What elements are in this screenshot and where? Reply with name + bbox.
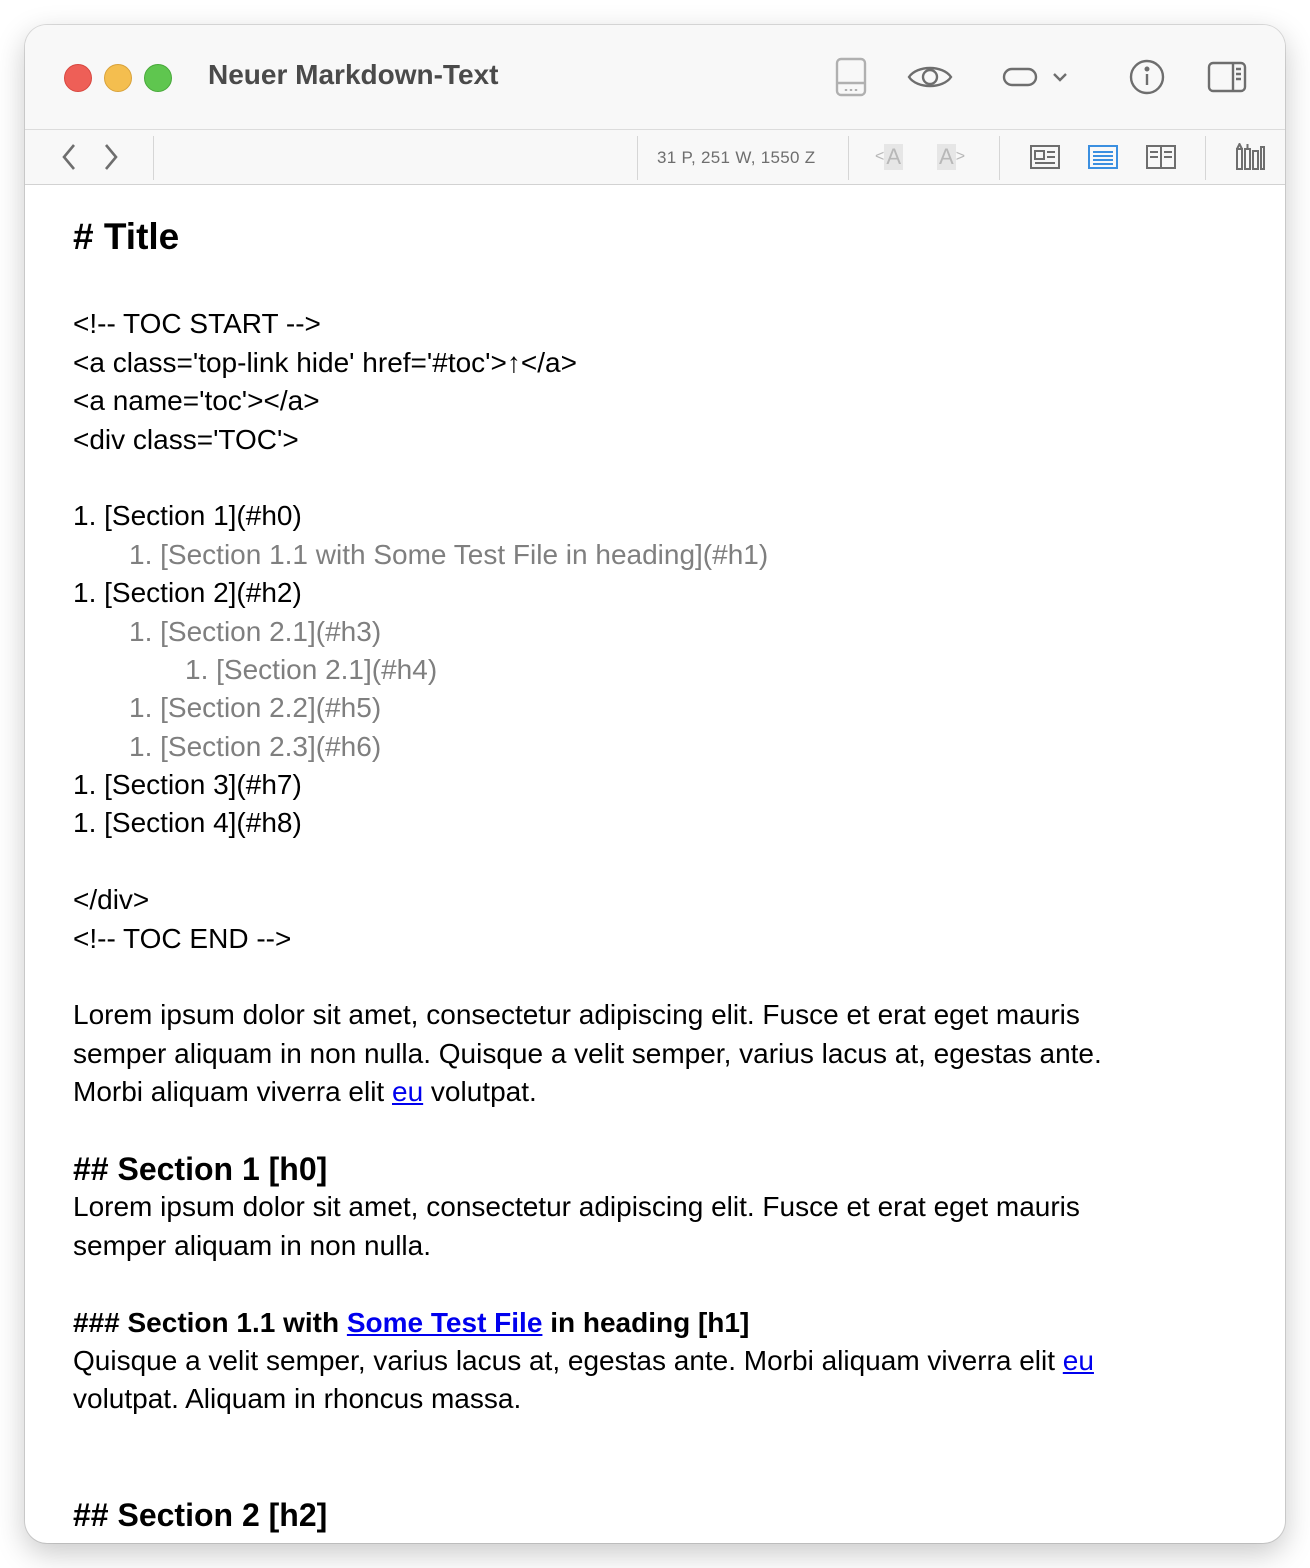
view-mode-text-button[interactable] [1085,142,1121,172]
eu-link[interactable]: eu [392,1076,423,1107]
view-mode-preview-button[interactable] [1027,142,1063,172]
font-larger-button[interactable]: A > [937,142,965,172]
document-preview-icon [1030,145,1060,169]
toc-item: 1. [Section 2.1](#h3) [129,615,382,647]
forward-button[interactable] [94,140,128,174]
pencil-tools-icon [1236,143,1265,170]
toc-item: 1. [Section 4](#h8) [73,807,302,839]
section-1-paragraph-line: Lorem ipsum dolor sit amet, consectetur … [73,1191,1080,1223]
title-bar: Neuer Markdown-Text [25,25,1285,130]
toolbar-divider [637,136,638,180]
window-title: Neuer Markdown-Text [208,59,499,90]
section-2-heading: ## Section 2 [h2] [73,1496,328,1533]
info-icon[interactable] [1127,55,1167,99]
chevron-down-icon[interactable] [1049,55,1071,99]
toc-start-comment: <!-- TOC START --> [73,308,321,340]
section-1-1-paragraph-line: Quisque a velit semper, varius lacus at,… [73,1344,1094,1376]
toc-item: 1. [Section 2](#h2) [73,577,302,609]
app-window: Neuer Markdown-Text 31 P, 251 W, 1550 Z … [25,25,1285,1543]
pill-toggle-icon[interactable] [1000,55,1040,99]
toc-item: 1. [Section 1.1 with Some Test File in h… [129,538,769,570]
toc-anchor-code: <a name='toc'></a> [73,385,320,417]
zoom-window-button[interactable] [144,64,172,92]
section-1-heading: ## Section 1 [h0] [73,1150,328,1187]
toc-item: 1. [Section 2.3](#h6) [129,730,382,762]
text-document-icon [1088,145,1118,169]
toc-item: 1. [Section 2.2](#h5) [129,692,382,724]
some-test-file-link[interactable]: Some Test File [347,1307,543,1338]
minimize-window-button[interactable] [104,64,132,92]
toc-end-comment: <!-- TOC END --> [73,922,292,954]
font-smaller-button[interactable]: < A [875,142,904,172]
intro-paragraph-line: Morbi aliquam viverra elit eu volutpat. [73,1076,537,1108]
close-window-button[interactable] [64,64,92,92]
toc-top-link-code: <a class='top-link hide' href='#toc'>↑</… [73,346,577,378]
eye-preview-icon[interactable] [905,55,955,99]
section-1-paragraph-line: semper aliquam in non nulla. [73,1229,431,1261]
back-button[interactable] [52,140,86,174]
toolbar-divider [999,136,1000,180]
toc-item: 1. [Section 3](#h7) [73,769,302,801]
eu-link[interactable]: eu [1063,1345,1094,1376]
document-stats: 31 P, 251 W, 1550 Z [657,148,816,167]
sidebar-icon[interactable] [1205,55,1249,99]
toc-div-close: </div> [73,884,150,916]
chevron-right-icon [105,144,118,170]
toolbar-divider [848,136,849,180]
view-mode-split-button[interactable] [1143,142,1179,172]
toc-item: 1. [Section 1](#h0) [73,500,302,532]
section-1-1-paragraph-line: volutpat. Aliquam in rhoncus massa. [73,1383,522,1415]
document-title-heading: # Title [73,216,180,257]
toc-item: 1. [Section 2.1](#h4) [185,653,438,685]
markdown-editor[interactable]: # Title <!-- TOC START --> <a class='top… [73,185,1253,1534]
toolbar-divider [153,136,154,180]
section-1-1-heading: ### Section 1.1 with Some Test File in h… [73,1306,750,1338]
toolbar-divider [1205,136,1206,180]
save-document-icon[interactable] [831,55,871,99]
chevron-left-icon [62,144,75,170]
intro-paragraph-line: semper aliquam in non nulla. Quisque a v… [73,1037,1102,1069]
intro-paragraph-line: Lorem ipsum dolor sit amet, consectetur … [73,999,1080,1031]
split-view-icon [1146,145,1176,169]
tools-button[interactable] [1232,142,1268,172]
editor-toolbar: 31 P, 251 W, 1550 Z < A A > [25,130,1285,185]
toc-div-open: <div class='TOC'> [73,423,299,455]
